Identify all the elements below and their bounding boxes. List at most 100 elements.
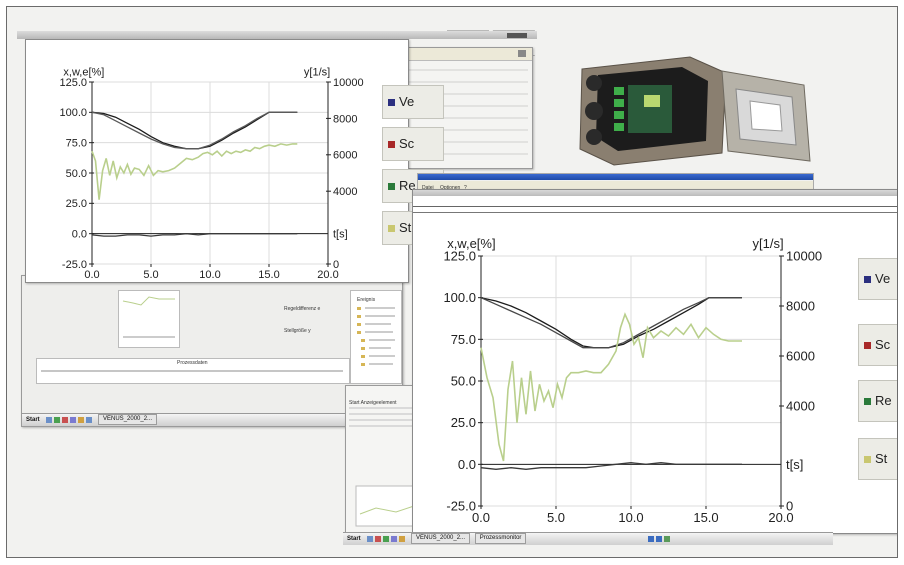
y-tick-label: 100.0 <box>443 290 476 305</box>
legend-swatch <box>864 276 871 284</box>
y-tick-label: 125.0 <box>59 77 87 89</box>
y-tick-label: 0.0 <box>458 457 476 472</box>
legend-main-item-3[interactable]: St <box>858 438 897 480</box>
x-tick-label: 15.0 <box>258 269 279 281</box>
main-chart-svg: 125.0100.075.050.025.00.0-25.01000080006… <box>443 236 822 525</box>
legend-label: Ve <box>399 94 415 109</box>
legend-label: Ve <box>875 271 891 286</box>
screenshot-collage: ——— ——————— ————— ————— ———— —— Regeldif… <box>6 6 898 558</box>
y-tick-label: 75.0 <box>66 138 87 150</box>
legend-label: Sc <box>875 337 891 352</box>
series-line-2 <box>91 143 298 200</box>
quicklaunch-icon[interactable] <box>86 416 93 423</box>
y-tick-label: 0.0 <box>72 229 87 241</box>
y2-tick-label: 4000 <box>786 399 815 414</box>
y-tick-label: 25.0 <box>451 415 476 430</box>
legend-swatch <box>388 183 395 191</box>
tray-icon <box>656 535 663 542</box>
legend-swatch <box>864 398 871 406</box>
mini-chart-panel <box>118 290 180 348</box>
legend-label: Sc <box>399 136 415 151</box>
process-chart-title: Prozessdaten <box>177 360 208 366</box>
status-panel-title: Start Anzeigeelement <box>349 400 397 406</box>
x-tick-label: 10.0 <box>199 269 220 281</box>
process-chart-panel: Prozessdaten <box>36 358 350 384</box>
tree-root-label[interactable]: Ereignis <box>357 297 375 303</box>
top-window-close-icon[interactable] <box>507 33 527 38</box>
top-chart-svg: 125.0100.075.050.025.00.0-25.01000080006… <box>59 66 364 281</box>
tree-panel: Ereignis <box>350 290 402 384</box>
legend-swatch <box>864 456 871 464</box>
mini-legend-1: Regeldifferenz e <box>284 306 321 312</box>
y2-tick-label: 6000 <box>786 349 815 364</box>
right-axis-label: y[1/s] <box>753 236 784 251</box>
mini-chart-svg <box>122 296 175 338</box>
tray-icon <box>664 535 671 542</box>
series-line-3 <box>480 462 742 470</box>
main-window-divider <box>413 206 897 207</box>
top-window-strip <box>17 31 537 39</box>
x-axis-label: t[s] <box>786 457 803 472</box>
top-chart-window: 125.0 100.0 75.0 50.0 25.0 0.0 -25.0 10000 8000 6… <box>25 39 409 283</box>
main-window-divider <box>413 212 897 213</box>
y2-tick-label: 8000 <box>786 299 815 314</box>
quicklaunch-icon[interactable] <box>367 535 374 542</box>
legend-top-item-0[interactable]: Ve <box>382 85 444 119</box>
x-tick-label: 0.0 <box>84 269 99 281</box>
y2-tick-label: 8000 <box>333 113 357 125</box>
series-line-1 <box>480 297 742 349</box>
y-tick-label: 75.0 <box>451 332 476 347</box>
positioner-device-image <box>572 43 832 173</box>
main-taskbar-task-2[interactable]: Prozessmonitor <box>474 533 527 544</box>
quicklaunch-icon[interactable] <box>399 535 406 542</box>
list-close-icon[interactable] <box>518 50 526 57</box>
x-tick-label: 20.0 <box>768 510 793 525</box>
x-axis-label: t[s] <box>333 229 348 241</box>
x-tick-label: 5.0 <box>547 510 565 525</box>
y-tick-label: 25.0 <box>66 198 87 210</box>
quicklaunch-icon[interactable] <box>78 416 85 423</box>
bg-taskbar-task[interactable]: VENUS_2000_2... <box>98 414 158 425</box>
y2-tick-label: 10000 <box>333 77 364 89</box>
quicklaunch-icon[interactable] <box>391 535 398 542</box>
legend-label: St <box>399 220 412 235</box>
quicklaunch-icon[interactable] <box>70 416 77 423</box>
quicklaunch-icon[interactable] <box>54 416 61 423</box>
quicklaunch-icon[interactable] <box>62 416 69 423</box>
legend-label: Re <box>875 393 892 408</box>
main-chart-window: 125.0 100.0 75.0 50.0 25.0 0.0 -25.0 10000 8000 6… <box>412 189 897 534</box>
legend-main-item-0[interactable]: Ve <box>858 258 897 300</box>
series-line-1 <box>91 111 298 150</box>
main-taskbar-task-1[interactable]: VENUS_2000_2... <box>411 533 471 544</box>
main-taskbar: Start VENUS_2000_2... Prozessmonitor <box>343 532 833 545</box>
secondary-titlebar <box>418 174 813 180</box>
legend-swatch <box>388 99 395 107</box>
series-line-0 <box>91 111 298 150</box>
legend-main-item-2[interactable]: Re <box>858 380 897 422</box>
bg-start-button[interactable]: Start <box>22 414 44 426</box>
y-tick-label: -25.0 <box>62 259 87 271</box>
quicklaunch-icon[interactable] <box>375 535 382 542</box>
y-tick-label: 100.0 <box>59 107 87 119</box>
y-tick-label: 50.0 <box>66 168 87 180</box>
mini-legend-2: Stellgröße y <box>284 328 311 334</box>
left-axis-label: x,w,e[%] <box>447 236 495 251</box>
y2-tick-label: 6000 <box>333 150 357 162</box>
series-line-2 <box>480 312 742 462</box>
legend-main-item-1[interactable]: Sc <box>858 324 897 366</box>
legend-top-item-1[interactable]: Sc <box>382 127 444 161</box>
tray-icon <box>648 535 655 542</box>
main-start-button[interactable]: Start <box>343 533 365 545</box>
legend-swatch <box>388 225 395 233</box>
right-axis-label: y[1/s] <box>304 66 330 78</box>
quicklaunch-icon[interactable] <box>383 535 390 542</box>
series-line-0 <box>480 297 742 349</box>
quicklaunch-icon[interactable] <box>46 416 53 423</box>
main-window-title-strip <box>413 190 897 196</box>
x-tick-label: 15.0 <box>693 510 718 525</box>
y2-tick-label: 4000 <box>333 186 357 198</box>
x-tick-label: 0.0 <box>472 510 490 525</box>
positioner-device-svg <box>579 56 811 166</box>
y-tick-label: 50.0 <box>451 374 476 389</box>
legend-label: St <box>875 451 888 466</box>
